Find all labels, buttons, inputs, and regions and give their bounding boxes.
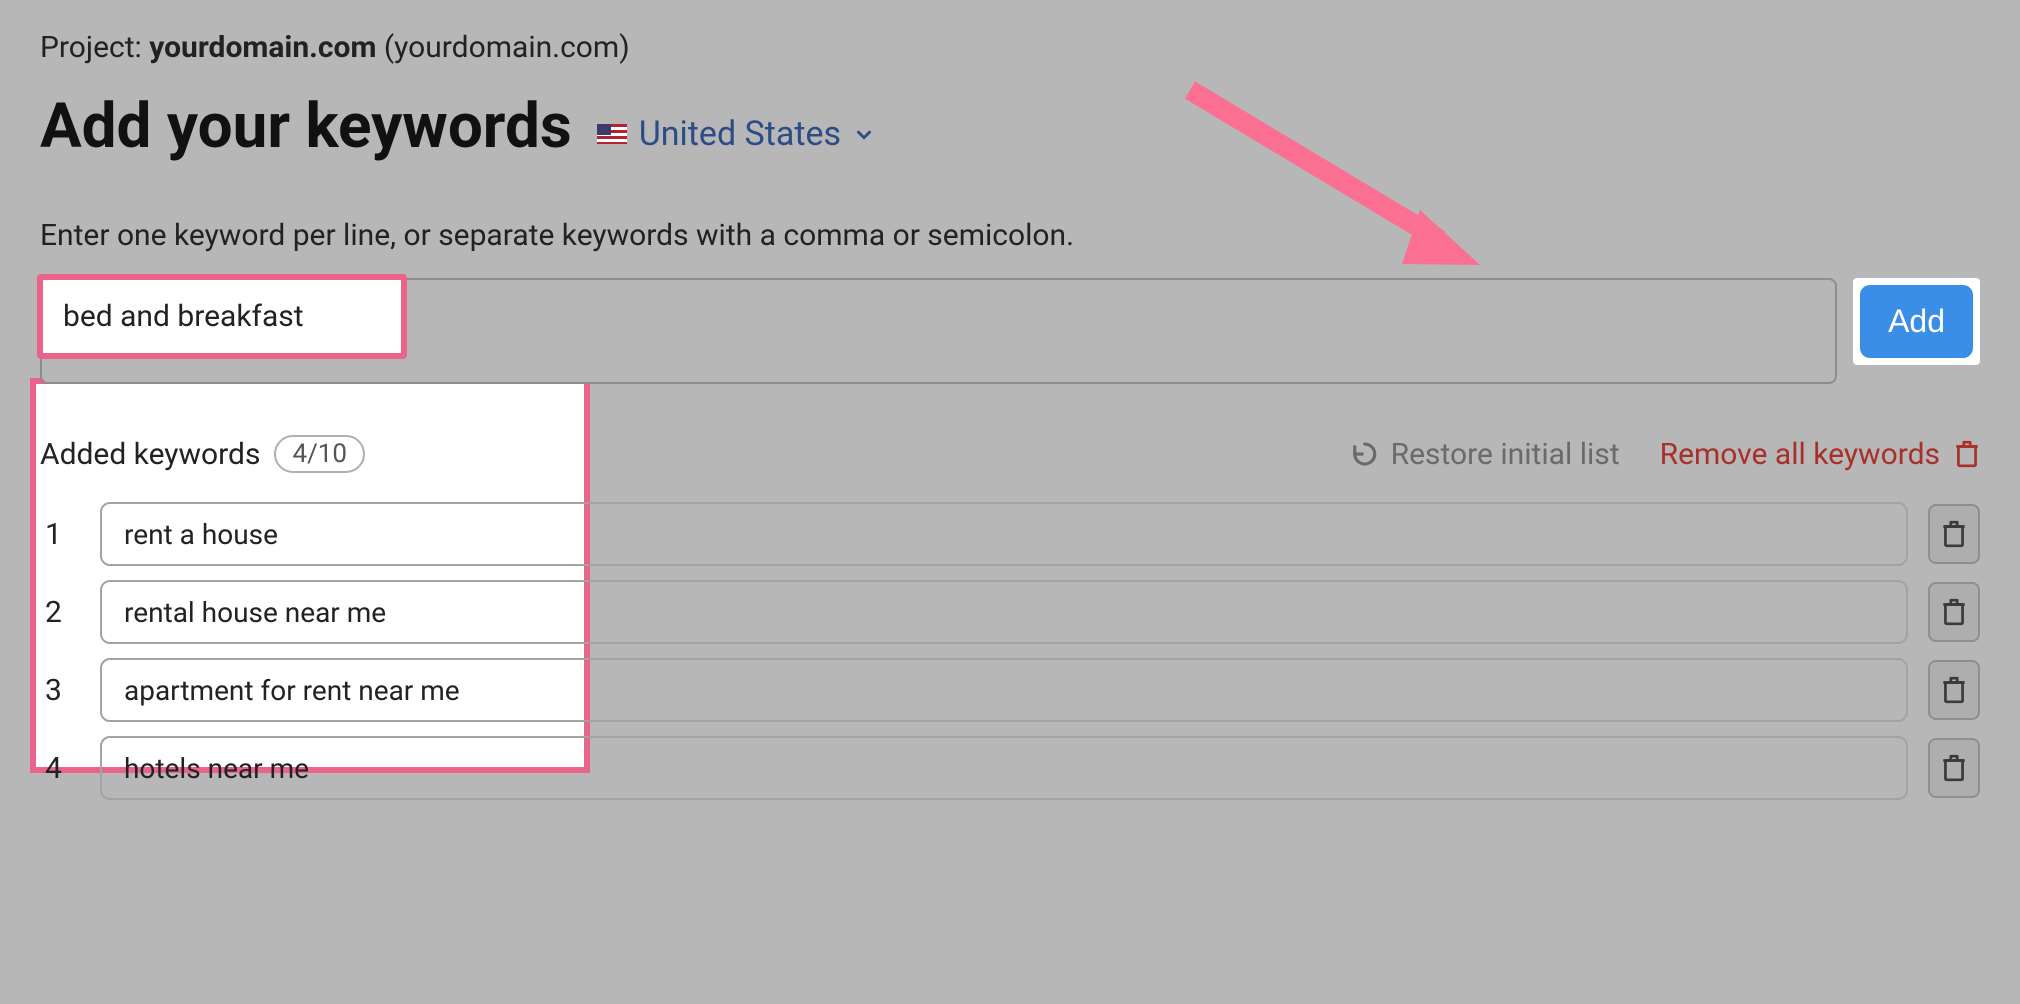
row-number: 3 bbox=[40, 673, 80, 708]
trash-icon bbox=[1954, 439, 1980, 469]
keyword-item-input[interactable]: hotels near me bbox=[100, 736, 1908, 800]
keyword-item-input[interactable]: rental house near me bbox=[100, 580, 1908, 644]
country-selector[interactable]: United States bbox=[597, 114, 875, 154]
keyword-textarea-wrap[interactable]: bed and breakfast bbox=[40, 278, 1837, 384]
project-line: Project: yourdomain.com (yourdomain.com) bbox=[40, 30, 1980, 65]
remove-all-keywords[interactable]: Remove all keywords bbox=[1660, 437, 1980, 472]
project-domain: yourdomain.com bbox=[149, 30, 376, 65]
chevron-down-icon bbox=[853, 123, 875, 145]
project-domain-paren: (yourdomain.com) bbox=[384, 30, 630, 65]
delete-keyword-button[interactable] bbox=[1928, 504, 1980, 564]
keyword-row: 1 rent a house bbox=[40, 502, 1980, 566]
keyword-item-input[interactable]: apartment for rent near me bbox=[100, 658, 1908, 722]
delete-keyword-button[interactable] bbox=[1928, 660, 1980, 720]
country-name: United States bbox=[639, 114, 841, 154]
remove-all-label: Remove all keywords bbox=[1660, 437, 1940, 472]
undo-icon bbox=[1351, 439, 1381, 469]
row-number: 2 bbox=[40, 595, 80, 630]
keyword-row: 4 hotels near me bbox=[40, 736, 1980, 800]
keyword-row: 3 apartment for rent near me bbox=[40, 658, 1980, 722]
keyword-input[interactable]: bed and breakfast bbox=[37, 274, 407, 359]
trash-icon bbox=[1941, 753, 1967, 783]
trash-icon bbox=[1941, 675, 1967, 705]
add-button-highlight: Add bbox=[1853, 278, 1980, 365]
instructions-text: Enter one keyword per line, or separate … bbox=[40, 218, 1980, 253]
page-title: Add your keywords bbox=[40, 90, 572, 163]
restore-initial-list[interactable]: Restore initial list bbox=[1351, 437, 1620, 472]
trash-icon bbox=[1941, 519, 1967, 549]
trash-icon bbox=[1941, 597, 1967, 627]
project-label: Project: bbox=[40, 30, 142, 65]
restore-label: Restore initial list bbox=[1391, 437, 1620, 472]
delete-keyword-button[interactable] bbox=[1928, 738, 1980, 798]
row-number: 4 bbox=[40, 751, 80, 786]
add-button[interactable]: Add bbox=[1860, 285, 1973, 358]
keyword-count-pill: 4/10 bbox=[274, 435, 365, 473]
added-keywords-label: Added keywords bbox=[40, 437, 260, 472]
us-flag-icon bbox=[597, 124, 627, 144]
delete-keyword-button[interactable] bbox=[1928, 582, 1980, 642]
keyword-row: 2 rental house near me bbox=[40, 580, 1980, 644]
keyword-item-input[interactable]: rent a house bbox=[100, 502, 1908, 566]
row-number: 1 bbox=[40, 517, 80, 552]
